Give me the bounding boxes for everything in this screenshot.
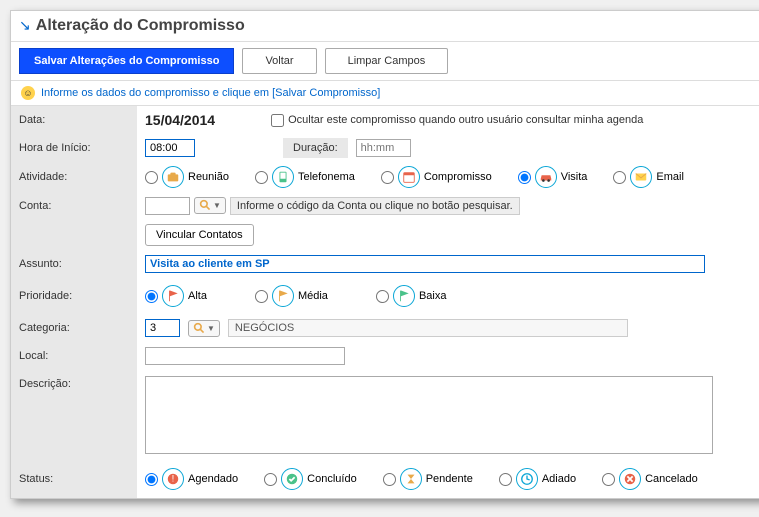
label-hora: Hora de Início:: [11, 134, 137, 162]
radio-telefonema[interactable]: Telefonema: [255, 166, 355, 188]
radio-email[interactable]: Email: [613, 166, 684, 188]
hourglass-icon: [400, 468, 422, 490]
radio-pendente[interactable]: Pendente: [383, 468, 473, 490]
row-atividade: Atividade: Reunião Telefonema Compromiss…: [11, 162, 759, 192]
back-button[interactable]: Voltar: [242, 48, 316, 74]
flag-red-icon: [162, 285, 184, 307]
local-input[interactable]: [145, 347, 345, 365]
categoria-name: NEGÓCIOS: [228, 319, 628, 337]
label-atividade: Atividade:: [11, 162, 137, 192]
email-icon: [630, 166, 652, 188]
hide-checkbox-label[interactable]: Ocultar este compromisso quando outro us…: [271, 114, 643, 127]
label-data: Data:: [11, 106, 137, 134]
row-categoria: Categoria: ▼ NEGÓCIOS: [11, 314, 759, 342]
row-data: Data: 15/04/2014 Ocultar este compromiss…: [11, 106, 759, 134]
calendar-icon: [398, 166, 420, 188]
radio-adiado[interactable]: Adiado: [499, 468, 576, 490]
briefcase-icon: [162, 166, 184, 188]
duracao-input[interactable]: [356, 139, 411, 157]
vincular-contatos-button[interactable]: Vincular Contatos: [145, 224, 254, 246]
radio-agendado[interactable]: ! Agendado: [145, 468, 238, 490]
label-duracao: Duração:: [283, 138, 348, 158]
page-container: ↘ Alteração do Compromisso Salvar Altera…: [10, 10, 759, 499]
check-icon: [281, 468, 303, 490]
back-arrow-icon: ↘: [19, 17, 31, 33]
conta-code-input[interactable]: [145, 197, 190, 215]
car-icon: [535, 166, 557, 188]
svg-text:!: !: [172, 474, 175, 485]
categoria-search-button[interactable]: ▼: [188, 320, 220, 337]
radio-concluido[interactable]: Concluído: [264, 468, 357, 490]
toolbar: Salvar Alterações do Compromisso Voltar …: [11, 42, 759, 80]
radio-alta[interactable]: Alta: [145, 285, 207, 307]
clear-button[interactable]: Limpar Campos: [325, 48, 449, 74]
row-assunto: Assunto:: [11, 250, 759, 278]
header: ↘ Alteração do Compromisso: [11, 11, 759, 42]
radio-compromisso[interactable]: Compromisso: [381, 166, 492, 188]
page-title: Alteração do Compromisso: [36, 17, 245, 34]
label-categoria: Categoria:: [11, 314, 137, 342]
info-text: Informe os dados do compromisso e clique…: [41, 87, 380, 99]
radio-media[interactable]: Média: [255, 285, 328, 307]
categoria-input[interactable]: [145, 319, 180, 337]
label-assunto: Assunto:: [11, 250, 137, 278]
row-conta: Conta: ▼ Informe o código da Conta ou cl…: [11, 192, 759, 250]
chevron-down-icon: ▼: [213, 201, 221, 210]
row-descricao: Descrição:: [11, 370, 759, 460]
descricao-textarea[interactable]: [145, 376, 713, 454]
cancel-icon: [619, 468, 641, 490]
row-local: Local:: [11, 342, 759, 370]
save-button[interactable]: Salvar Alterações do Compromisso: [19, 48, 234, 74]
label-local: Local:: [11, 342, 137, 370]
row-status: Status: ! Agendado Concluído Pendente Ad…: [11, 460, 759, 498]
info-icon: ☺: [21, 86, 35, 100]
row-prioridade: Prioridade: Alta Média Baixa: [11, 278, 759, 314]
flag-orange-icon: [272, 285, 294, 307]
magnifier-icon: [193, 322, 206, 335]
label-status: Status:: [11, 460, 137, 498]
label-conta: Conta:: [11, 192, 137, 250]
chevron-down-icon: ▼: [207, 324, 215, 333]
alert-icon: !: [162, 468, 184, 490]
radio-reuniao[interactable]: Reunião: [145, 166, 229, 188]
radio-baixa[interactable]: Baixa: [376, 285, 447, 307]
label-descricao: Descrição:: [11, 370, 137, 460]
row-hora: Hora de Início: Duração:: [11, 134, 759, 162]
conta-hint: Informe o código da Conta ou clique no b…: [230, 197, 520, 215]
clock-icon: [516, 468, 538, 490]
hide-checkbox-text: Ocultar este compromisso quando outro us…: [288, 114, 643, 126]
info-bar: ☺ Informe os dados do compromisso e cliq…: [11, 80, 759, 106]
date-value: 15/04/2014: [145, 112, 215, 128]
radio-visita[interactable]: Visita: [518, 166, 588, 188]
magnifier-icon: [199, 199, 212, 212]
phone-icon: [272, 166, 294, 188]
assunto-input[interactable]: [145, 255, 705, 273]
flag-green-icon: [393, 285, 415, 307]
conta-search-button[interactable]: ▼: [194, 197, 226, 214]
label-prioridade: Prioridade:: [11, 278, 137, 314]
hide-checkbox[interactable]: [271, 114, 284, 127]
hora-input[interactable]: [145, 139, 195, 157]
radio-cancelado[interactable]: Cancelado: [602, 468, 698, 490]
